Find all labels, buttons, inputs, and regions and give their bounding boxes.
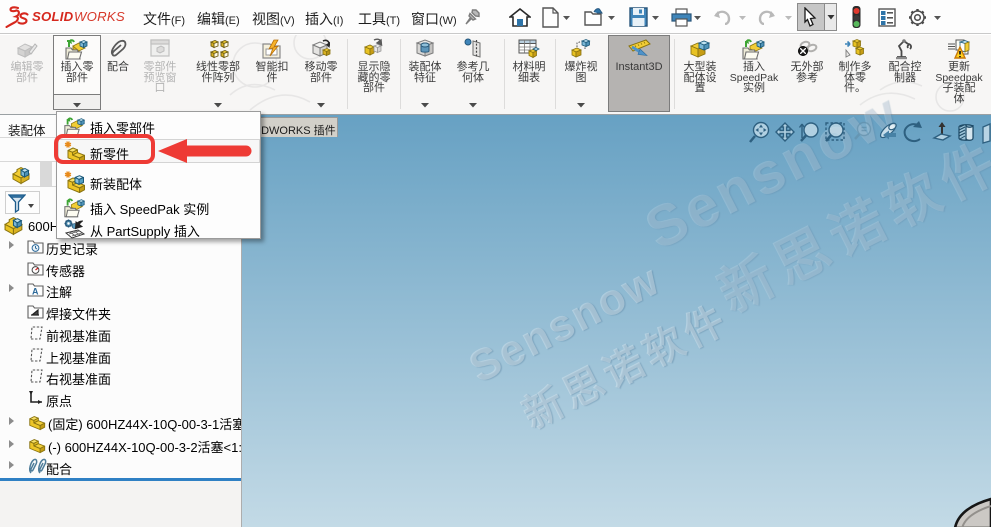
svg-text:A: A xyxy=(32,287,39,297)
